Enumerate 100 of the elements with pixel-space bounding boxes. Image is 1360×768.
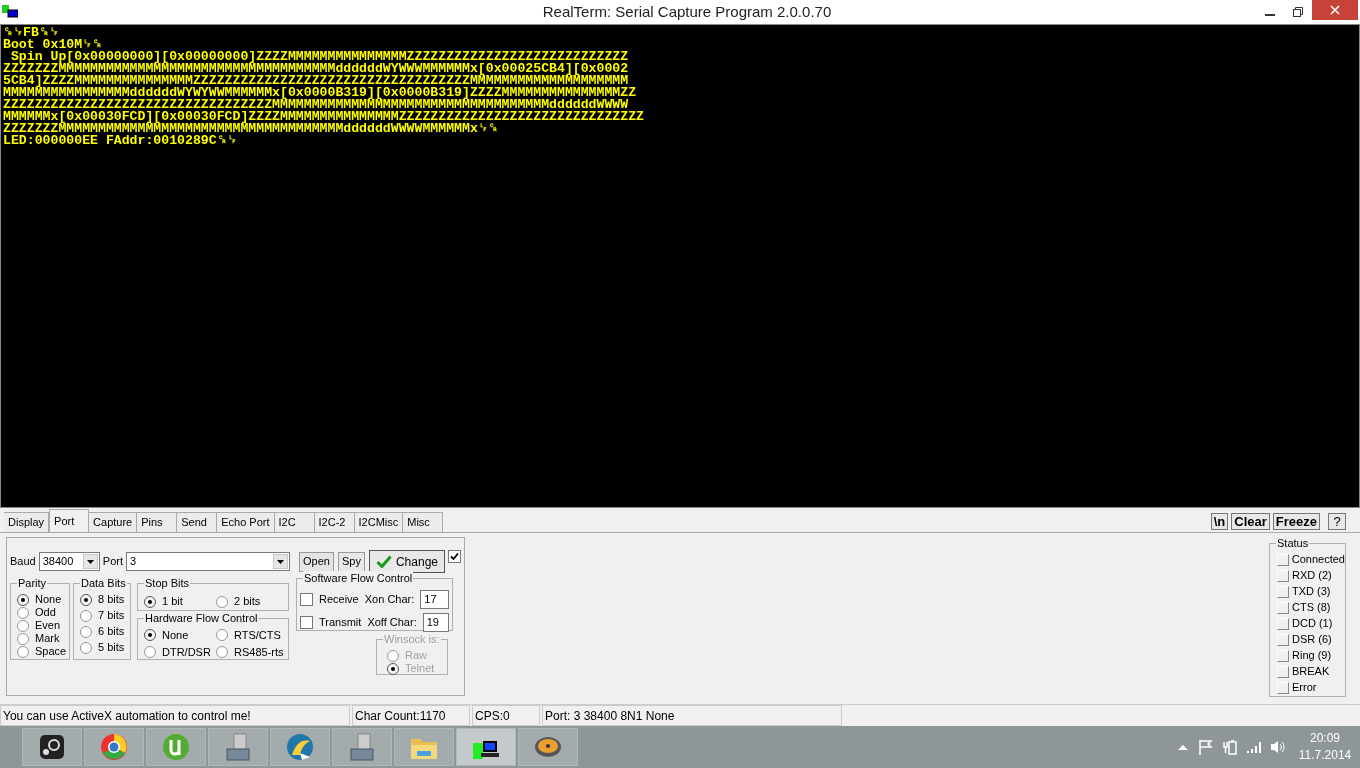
toolbar-button[interactable]: \n (1210, 513, 1229, 530)
radio-button[interactable] (216, 595, 228, 608)
terminal-line: ␍␊FB␍␊ (3, 27, 59, 39)
mu-icon (160, 731, 192, 763)
signal-icon[interactable] (1246, 740, 1262, 754)
change-button[interactable]: Change (368, 550, 445, 573)
radio-label: 8 bits (98, 593, 125, 606)
status-label: Ring (9) (1292, 649, 1332, 662)
radio-label: 2 bits (234, 595, 261, 608)
terminal-line: Boot 0x10M␊␍ (3, 39, 103, 51)
group-title: Software Flow Control (303, 571, 414, 585)
port-label: Port (102, 554, 123, 570)
radio-label: Raw (405, 649, 427, 662)
radio-button[interactable] (216, 646, 228, 658)
dropdown-arrow-icon (82, 554, 98, 569)
group-title: Data Bits (80, 576, 127, 590)
radio-label: Telnet (405, 662, 435, 675)
status-label: Error (1292, 681, 1317, 694)
group-title: Hardware Flow Control (144, 611, 259, 625)
baud-label: Baud (10, 554, 36, 570)
radio-label: Even (35, 619, 61, 632)
terminal-line: Spin Up[0x00000000][0x00000000]ZZZZMMMMMMMMMMMMMMMZZZZZZZZZZZZZZZZZZZZZZZZZZZZ (10, 51, 629, 63)
radio-button[interactable] (17, 645, 29, 658)
spy-button[interactable]: Spy (338, 551, 365, 572)
terminal-line: ZZZZZZZMMMMMMMMMMMMMMMMMMMMMMMMMMMMMMMMMMMddddddWYWWWMMMMMMx[0x00025CB4][0x0002 (3, 63, 629, 75)
group-title: Winsock is: (383, 632, 441, 646)
terminal-line: MMMMMMMMMMMMMMMMddddddWYWYWWMMMMMMx[0x0000B319][0x0000B319]ZZZZMMMMMMMMMMMMMMMZZ (3, 87, 637, 99)
restore-icon (1293, 7, 1303, 17)
char-field[interactable]: 17 (420, 590, 449, 609)
clock-date: 11.7.2014 (1298, 747, 1352, 764)
swirl-icon (284, 731, 316, 763)
radio-button[interactable] (17, 619, 29, 632)
status-bar-text: Port: 3 38400 8N1 None (542, 705, 842, 726)
flag-icon[interactable] (1198, 739, 1214, 755)
status-bar-text: CPS:0 (472, 705, 540, 726)
terminal-line: ZZZZZZZZZZZZZZZZZZZZZZZZZZZZZZZZZZMMMMMMMMMMMMMMMMMMMMMMMMMMMMMMMMMMMddddddWWWW (3, 99, 629, 111)
radio-button[interactable] (144, 629, 156, 641)
radio-label: None (162, 628, 189, 642)
tab[interactable]: Capture (89, 512, 138, 532)
radio-label: 1 bit (162, 595, 183, 608)
tab[interactable]: Misc (403, 512, 444, 532)
speaker-icon[interactable] (1270, 739, 1286, 755)
checkbox[interactable] (300, 616, 313, 629)
tab[interactable]: I2C-2 (314, 512, 355, 532)
group-title: Status (1276, 536, 1310, 550)
char-label: Xon Char: (364, 592, 415, 608)
tab[interactable]: I2CMisc (354, 512, 404, 532)
minimize-icon (1265, 14, 1275, 16)
radio-button[interactable] (216, 629, 228, 641)
radio-label: 6 bits (98, 625, 125, 638)
close-icon (1330, 5, 1340, 15)
radio-button[interactable] (17, 593, 29, 606)
battery-icon[interactable] (1222, 739, 1238, 755)
status-bar-text: You can use ActiveX automation to control me! (0, 705, 350, 726)
clock-time: 20:09 (1310, 730, 1340, 747)
tab[interactable]: Port (49, 509, 90, 532)
checkbox[interactable] (448, 550, 461, 563)
radio-button[interactable] (17, 632, 29, 645)
tab[interactable]: Echo Port (217, 512, 275, 532)
radio-label: RS485-rts (234, 645, 284, 659)
group-title: Parity (17, 576, 48, 590)
radio-button[interactable] (80, 593, 92, 606)
window-title: RealTerm: Serial Capture Program 2.0.0.70 (541, 1, 833, 22)
radio-button[interactable] (80, 641, 92, 654)
tab[interactable]: Send (177, 512, 218, 532)
status-bar-text: Char Count:1170 (352, 705, 470, 726)
radio-label: 5 bits (98, 641, 125, 654)
status-label: RXD (2) (1292, 569, 1332, 582)
open-button[interactable]: Open (299, 551, 334, 572)
radio-button[interactable] (80, 625, 92, 638)
char-field[interactable]: 19 (422, 613, 449, 632)
radio-label: 7 bits (98, 609, 125, 622)
char-label: Xoff Char: (367, 615, 417, 631)
radio-button[interactable] (80, 609, 92, 622)
terminal-line: MMMMMMx[0x00030FCD][0x00030FCD]ZZZZMMMMMMMMMMMMMMMZZZZZZZZZZZZZZZZZZZZZZZZZZZZZZZ (3, 111, 645, 123)
status-label: DCD (1) (1292, 617, 1333, 630)
sphere-icon (98, 731, 130, 763)
tab[interactable]: Display (4, 512, 50, 532)
checkbox[interactable] (300, 593, 313, 606)
combo-box[interactable]: 38400 (38, 552, 100, 571)
toolbar-button[interactable]: Clear (1231, 513, 1270, 530)
radio-button[interactable] (17, 606, 29, 619)
tab[interactable]: I2C (274, 512, 315, 532)
taskbar-button[interactable] (22, 728, 82, 766)
dropdown-arrow-icon (273, 554, 289, 569)
terminal-line: ZZZZZZZMMMMMMMMMMMMMMMMMMMMMMMMMMMMMMMMMMMMddddddWWWWMMMMMMx␊␍ (3, 123, 498, 135)
status-label: Connected (1291, 553, 1345, 566)
combo-box[interactable]: 3 (126, 552, 291, 571)
chevron-up-icon[interactable] (1178, 744, 1188, 750)
toolbar-button[interactable]: ? (1328, 513, 1346, 530)
tab[interactable]: Pins (137, 512, 178, 532)
terminal-line: 5CB4]ZZZZMMMMMMMMMMMMMMMZZZZZZZZZZZZZZZZZZZZZZZZZZZZZZZZZZZMMMMMMMMMMMMMMMMMMMM (3, 75, 629, 87)
taskbar-button[interactable] (456, 728, 516, 766)
radio-label: Space (35, 645, 67, 658)
radio-button[interactable] (144, 595, 156, 608)
toolbar-button[interactable]: Freeze (1272, 513, 1320, 530)
status-label: DSR (6) (1292, 633, 1332, 646)
group-title: Stop Bits (144, 576, 191, 590)
radio-button[interactable] (144, 646, 156, 658)
radio-label: None (35, 593, 62, 606)
